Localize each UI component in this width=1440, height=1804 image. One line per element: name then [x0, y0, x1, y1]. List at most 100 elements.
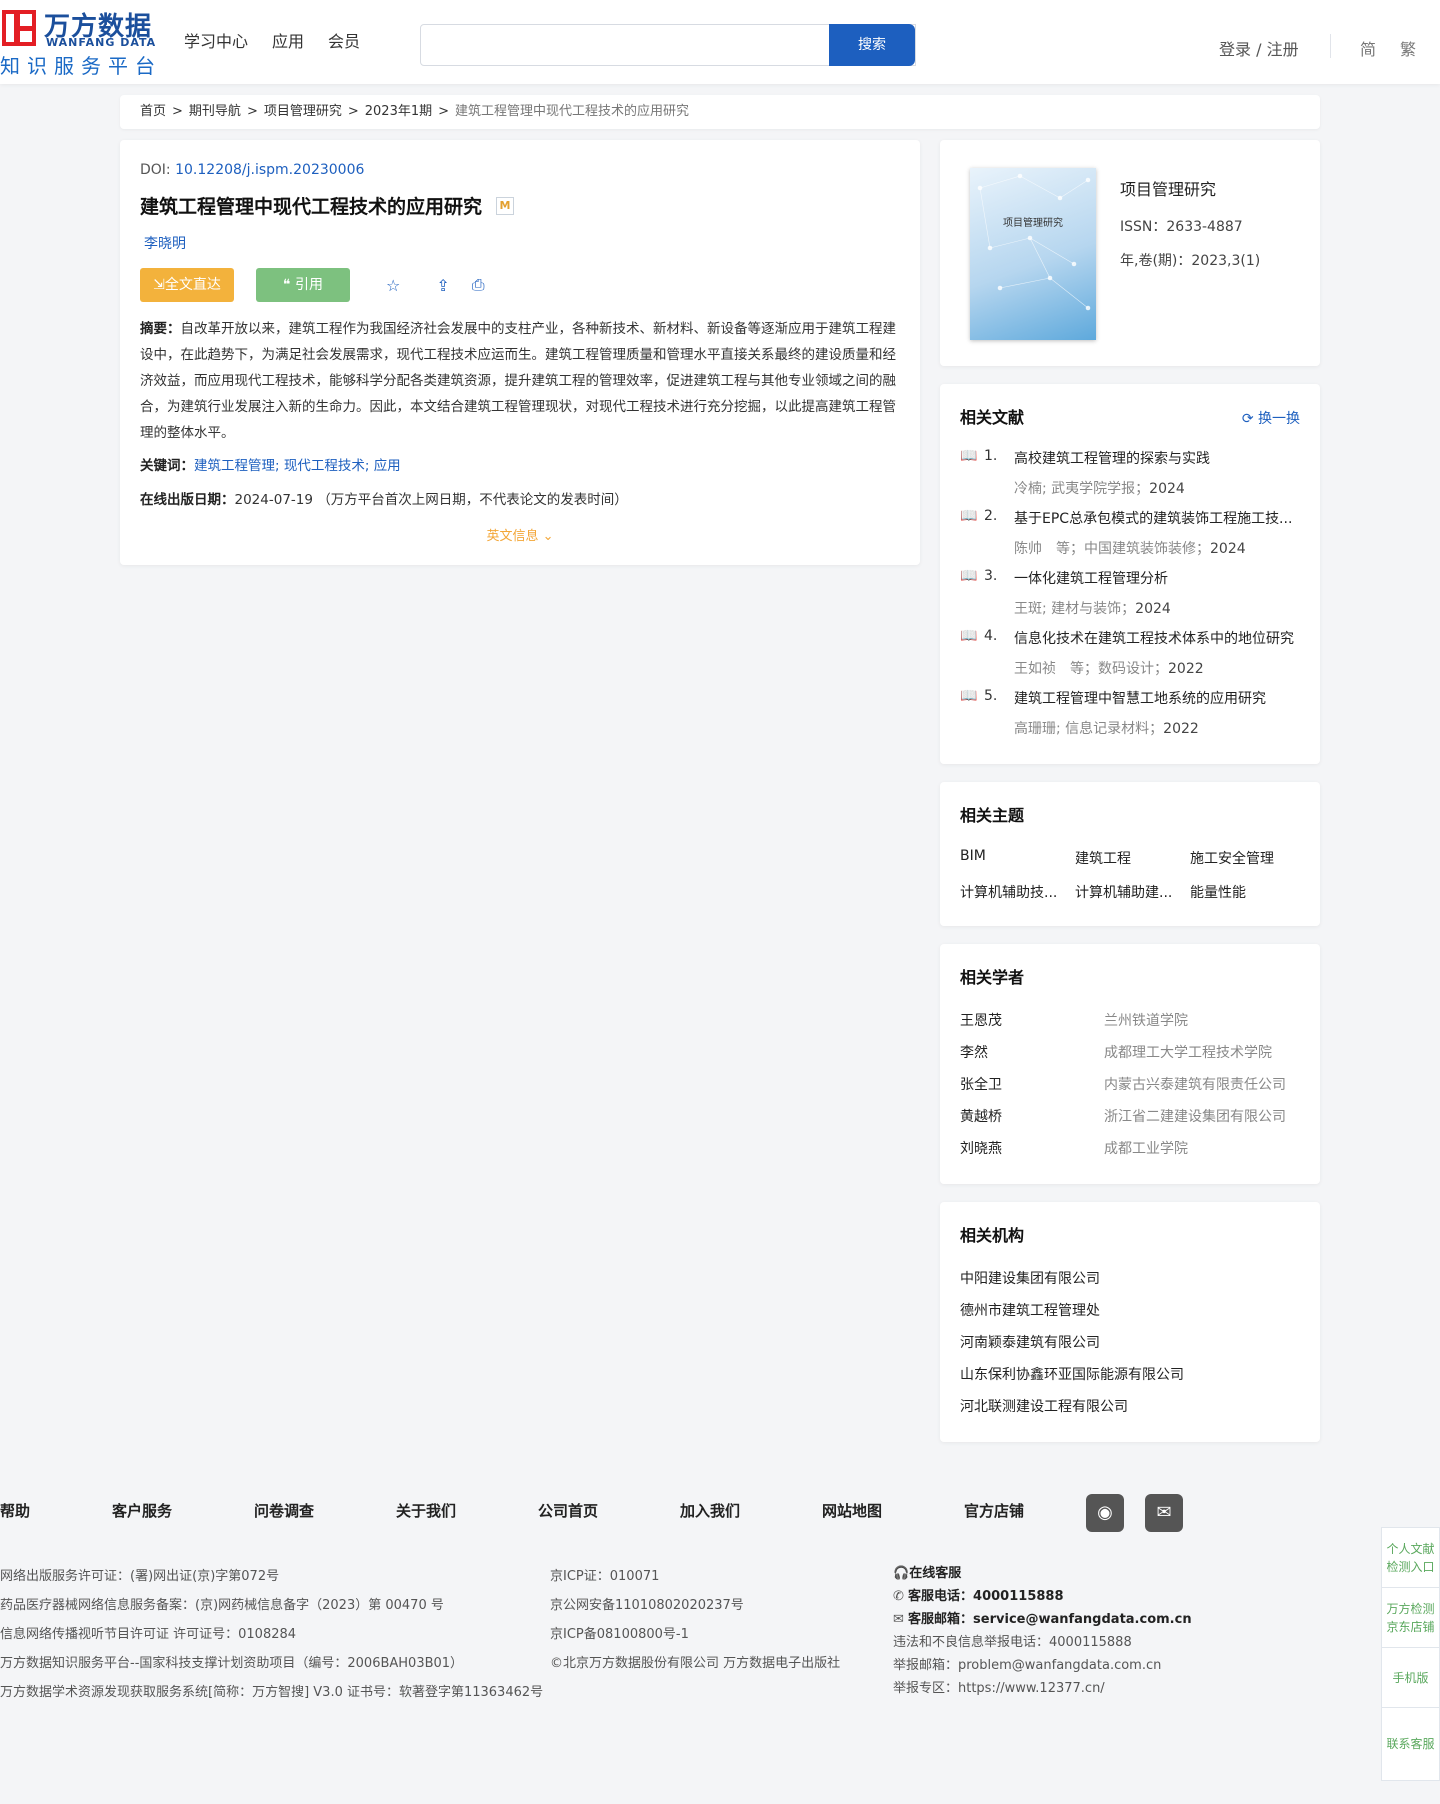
scholar-name[interactable]: 李然 — [960, 1042, 1104, 1074]
service-email-label: 客服邮箱： — [908, 1612, 974, 1627]
institution-link[interactable]: 河南颖泰建筑有限公司 — [960, 1332, 1184, 1364]
footer-official-store[interactable]: 官方店铺 — [964, 1500, 1024, 1521]
m-badge-icon[interactable]: M — [496, 196, 515, 215]
institution-link[interactable]: 河北联测建设工程有限公司 — [960, 1396, 1184, 1428]
nav-learning-center[interactable]: 学习中心 — [184, 28, 248, 52]
topics-grid: BIM 建筑工程 施工安全管理 计算机辅助技... 计算机辅助建... 能量性能 — [960, 848, 1305, 902]
cover-title: 项目管理研究 — [1003, 218, 1063, 229]
keyword-link[interactable]: 现代工程技术 — [284, 458, 365, 474]
wechat-icon[interactable]: ✉ — [1145, 1494, 1183, 1532]
side-mobile-version[interactable]: 手机版 — [1382, 1648, 1439, 1708]
service-email-address[interactable]: service@wanfangdata.com.cn — [973, 1612, 1192, 1627]
topic-link[interactable]: 计算机辅助建... — [1075, 882, 1190, 902]
related-topics-title: 相关主题 — [960, 806, 1025, 825]
institution-link[interactable]: 中阳建设集团有限公司 — [960, 1268, 1184, 1300]
journal-issn: ISSN：2633-4887 — [1120, 219, 1243, 235]
publish-date: 2024-07-19 — [234, 492, 313, 508]
footer-help[interactable]: 帮助 — [0, 1500, 30, 1521]
footer-about[interactable]: 关于我们 — [396, 1500, 456, 1521]
footer-survey[interactable]: 问卷调查 — [254, 1500, 314, 1521]
breadcrumb-issue[interactable]: 2023年1期 — [365, 104, 432, 119]
breadcrumb-home[interactable]: 首页 — [140, 104, 166, 119]
footer-sitemap[interactable]: 网站地图 — [822, 1500, 882, 1521]
institution-link[interactable]: 德州市建筑工程管理处 — [960, 1300, 1184, 1332]
scholar-org[interactable]: 浙江省二建建设集团有限公司 — [1104, 1106, 1286, 1138]
scholar-name[interactable]: 刘晓燕 — [960, 1138, 1104, 1170]
fulltext-button[interactable]: ⇲全文直达 — [140, 268, 234, 302]
breadcrumb-journal-nav[interactable]: 期刊导航 — [189, 104, 241, 119]
document-title-link[interactable]: 建筑工程管理中智慧工地系统的应用研究 — [1014, 688, 1304, 708]
service-phone: ✆ 客服电话：4000115888 — [893, 1585, 1192, 1608]
logo-english-name: WANFANG DATA — [46, 36, 157, 49]
author-link[interactable]: 李晓明 — [140, 233, 900, 253]
topic-link[interactable]: BIM — [960, 848, 1075, 868]
nav-apps[interactable]: 应用 — [272, 28, 304, 52]
english-info-toggle[interactable]: 英文信息 ⌄ — [120, 525, 920, 544]
document-title-link[interactable]: 高校建筑工程管理的探索与实践 — [1014, 448, 1304, 468]
document-title-link[interactable]: 一体化建筑工程管理分析 — [1014, 568, 1304, 588]
topic-link[interactable]: 建筑工程 — [1075, 848, 1190, 868]
refresh-button[interactable]: ⟳ 换一换 — [1242, 408, 1300, 428]
publish-date-row: 在线出版日期：2024-07-19 （万方平台首次上网日期，不代表论文的发表时间… — [140, 488, 628, 508]
login-register-link[interactable]: 登录 / 注册 — [1219, 36, 1299, 60]
doi-link[interactable]: 10.12208/j.ispm.20230006 — [175, 162, 364, 178]
topic-link[interactable]: 施工安全管理 — [1190, 848, 1305, 868]
icp-line[interactable]: 京ICP证：010071 — [550, 1562, 840, 1591]
side-jd-store[interactable]: 万方检测京东店铺 — [1382, 1588, 1439, 1648]
related-topics-card: 相关主题 BIM 建筑工程 施工安全管理 计算机辅助技... 计算机辅助建...… — [940, 782, 1320, 926]
cite-button[interactable]: ❝ 引用 — [256, 268, 350, 302]
breadcrumb-current: 建筑工程管理中现代工程技术的应用研究 — [455, 104, 690, 119]
scholar-org[interactable]: 内蒙古兴泰建筑有限责任公司 — [1104, 1074, 1286, 1106]
icp-line[interactable]: 京公网安备11010802020237号 — [550, 1591, 840, 1620]
footer-company-home[interactable]: 公司首页 — [538, 1500, 598, 1521]
service-email: ✉ 客服邮箱：service@wanfangdata.com.cn — [893, 1608, 1192, 1631]
item-number: 1. — [984, 448, 998, 464]
scholar-org[interactable]: 成都理工大学工程技术学院 — [1104, 1042, 1272, 1074]
document-year: 2024 — [1149, 481, 1185, 497]
online-service-link[interactable]: 🎧在线客服 — [893, 1562, 1192, 1585]
lang-traditional[interactable]: 繁 — [1400, 36, 1416, 60]
scholar-name[interactable]: 黄越桥 — [960, 1106, 1104, 1138]
weibo-icon[interactable]: ◉ — [1086, 1494, 1124, 1532]
topic-link[interactable]: 计算机辅助技... — [960, 882, 1075, 902]
lang-simplified[interactable]: 简 — [1360, 36, 1376, 60]
nav-membership[interactable]: 会员 — [328, 28, 360, 52]
article-actions: ⇲全文直达 ❝ 引用 ☆ ⇪ ⎙ — [140, 268, 485, 302]
logo-subtitle: 知识服务平台 — [0, 54, 162, 78]
side-contact-service[interactable]: 联系客服 — [1382, 1708, 1439, 1780]
topic-link[interactable]: 能量性能 — [1190, 882, 1305, 902]
report-zone[interactable]: 举报专区：https://www.12377.cn/ — [893, 1677, 1192, 1700]
list-item: 李然 成都理工大学工程技术学院 — [960, 1042, 1286, 1074]
scholar-name[interactable]: 张全卫 — [960, 1074, 1104, 1106]
footer-customer-service[interactable]: 客户服务 — [112, 1500, 172, 1521]
footer-join-us[interactable]: 加入我们 — [680, 1500, 740, 1521]
journal-cover[interactable]: 项目管理研究 — [970, 168, 1096, 340]
scholar-org[interactable]: 兰州铁道学院 — [1104, 1010, 1188, 1042]
search-button[interactable]: 搜索 — [829, 24, 915, 66]
keyword-link[interactable]: 应用 — [374, 458, 401, 474]
print-icon[interactable]: ⎙ — [472, 275, 485, 295]
document-title-link[interactable]: 信息化技术在建筑工程技术体系中的地位研究 — [1014, 628, 1304, 648]
logo[interactable]: 万方数据 WANFANG DATA 知识服务平台 — [0, 6, 155, 78]
journal-name[interactable]: 项目管理研究 — [1120, 176, 1216, 200]
scholar-org[interactable]: 成都工业学院 — [1104, 1138, 1188, 1170]
abstract-label: 摘要： — [140, 321, 181, 337]
breadcrumb-journal[interactable]: 项目管理研究 — [264, 104, 342, 119]
favorite-star-icon[interactable]: ☆ — [386, 276, 400, 295]
scholar-name[interactable]: 王恩茂 — [960, 1010, 1104, 1042]
item-number: 5. — [984, 688, 998, 704]
related-institutions-card: 相关机构 中阳建设集团有限公司 德州市建筑工程管理处 河南颖泰建筑有限公司 山东… — [940, 1202, 1320, 1442]
breadcrumb-separator: > — [246, 104, 258, 119]
icp-line[interactable]: 京ICP备08100800号-1 — [550, 1620, 840, 1649]
scholars-list: 王恩茂 兰州铁道学院 李然 成都理工大学工程技术学院 张全卫 内蒙古兴泰建筑有限责任公… — [960, 1010, 1286, 1170]
document-title-link[interactable]: 基于EPC总承包模式的建筑装饰工程施工技... — [1014, 508, 1304, 528]
side-plagiarism-check[interactable]: 个人文献检测入口 — [1382, 1528, 1439, 1588]
abstract-text: 自改革开放以来，建筑工程作为我国经济社会发展中的支柱产业，各种新技术、新材料、新… — [140, 321, 896, 441]
online-service-label: 在线客服 — [909, 1566, 962, 1581]
license-line: 万方数据学术资源发现获取服务系统[简称：万方智搜] V3.0 证书号：软著登字第… — [0, 1685, 544, 1700]
keyword-link[interactable]: 建筑工程管理 — [194, 458, 275, 474]
institution-link[interactable]: 山东保利协鑫环亚国际能源有限公司 — [960, 1364, 1184, 1396]
article-title: 建筑工程管理中现代工程技术的应用研究 — [140, 196, 483, 218]
share-icon[interactable]: ⇪ — [436, 276, 449, 295]
keywords-row: 关键词：建筑工程管理; 现代工程技术; 应用 — [140, 458, 401, 474]
